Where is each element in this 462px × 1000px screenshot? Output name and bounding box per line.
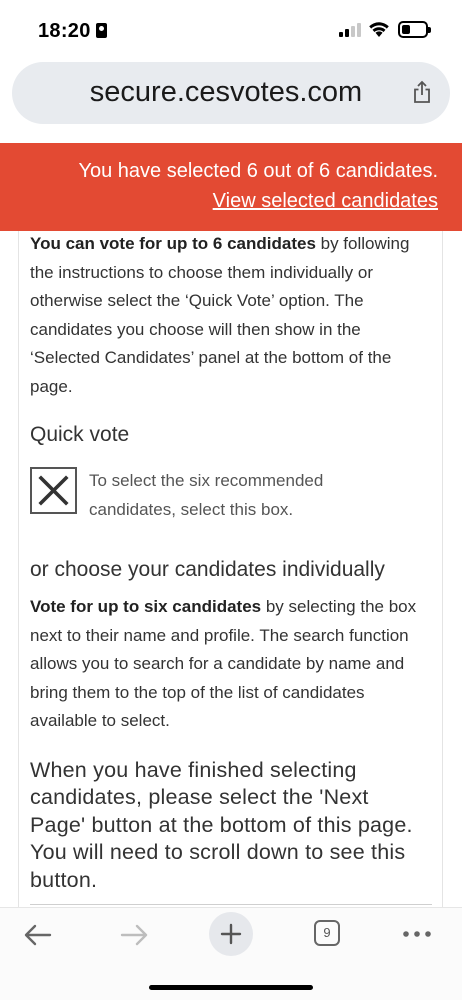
main-content: You can vote for up to 6 candidates by f… [30, 231, 430, 894]
battery-icon [398, 21, 431, 38]
vote-instructions: Vote for up to six candidates by selecti… [30, 593, 430, 736]
divider [30, 904, 432, 905]
selection-banner: You have selected 6 out of 6 candidates.… [0, 143, 462, 231]
status-bar: 18:20 [0, 0, 462, 60]
wifi-icon [369, 22, 389, 37]
address-bar[interactable]: secure.cesvotes.com [12, 62, 450, 124]
individual-heading: or choose your candidates individually [30, 558, 385, 581]
new-tab-button[interactable] [209, 912, 253, 956]
view-selected-link[interactable]: View selected candidates [213, 190, 438, 213]
checked-x-icon [38, 475, 69, 506]
intro-bold: You can vote for up to 6 candidates [30, 234, 316, 253]
more-icon[interactable] [402, 930, 432, 938]
quick-vote-checkbox[interactable] [30, 467, 77, 514]
tab-switcher-button[interactable]: 9 [314, 920, 340, 946]
status-time: 18:20 [38, 20, 107, 43]
intro-text: You can vote for up to 6 candidates by f… [30, 230, 430, 401]
back-arrow-icon[interactable] [23, 922, 53, 948]
quick-vote-row: To select the six recommended candidates… [30, 467, 430, 527]
cellular-signal-icon [339, 23, 361, 37]
plus-icon [220, 923, 242, 945]
home-indicator [149, 985, 313, 990]
forward-arrow-icon[interactable] [119, 922, 149, 948]
status-time-text: 18:20 [38, 20, 91, 42]
selection-message: You have selected 6 out of 6 candidates. [78, 160, 438, 182]
vote-bold: Vote for up to six candidates [30, 597, 262, 616]
share-icon[interactable] [412, 80, 432, 104]
quick-vote-heading: Quick vote [30, 423, 130, 446]
quick-vote-description: To select the six recommended candidates… [89, 471, 324, 519]
url-text[interactable]: secure.cesvotes.com [12, 76, 390, 109]
focus-badge-icon [95, 23, 107, 38]
vote-rest: by selecting the box next to their name … [30, 597, 417, 730]
intro-rest: by following the instructions to choose … [30, 234, 410, 396]
finish-instructions: When you have finished selecting candida… [30, 757, 413, 892]
